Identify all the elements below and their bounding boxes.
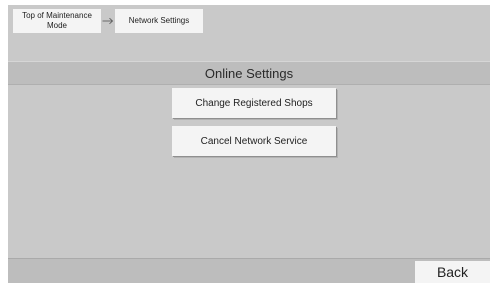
breadcrumb-item-network-settings: Network Settings	[115, 9, 203, 33]
cancel-network-service-button[interactable]: Cancel Network Service	[172, 126, 336, 156]
page-title-bar: Online Settings	[8, 61, 490, 85]
back-button[interactable]: Back	[415, 261, 490, 283]
breadcrumb-item-top-of-maintenance-mode[interactable]: Top of Maintenance Mode	[13, 9, 101, 33]
arrow-right-icon	[101, 9, 115, 33]
maintenance-screen: Top of Maintenance Mode Network Settings…	[8, 5, 490, 283]
change-registered-shops-button[interactable]: Change Registered Shops	[172, 88, 336, 118]
breadcrumb: Top of Maintenance Mode Network Settings	[13, 9, 203, 33]
page-title: Online Settings	[204, 65, 294, 81]
footer-bar: Back	[8, 258, 490, 283]
